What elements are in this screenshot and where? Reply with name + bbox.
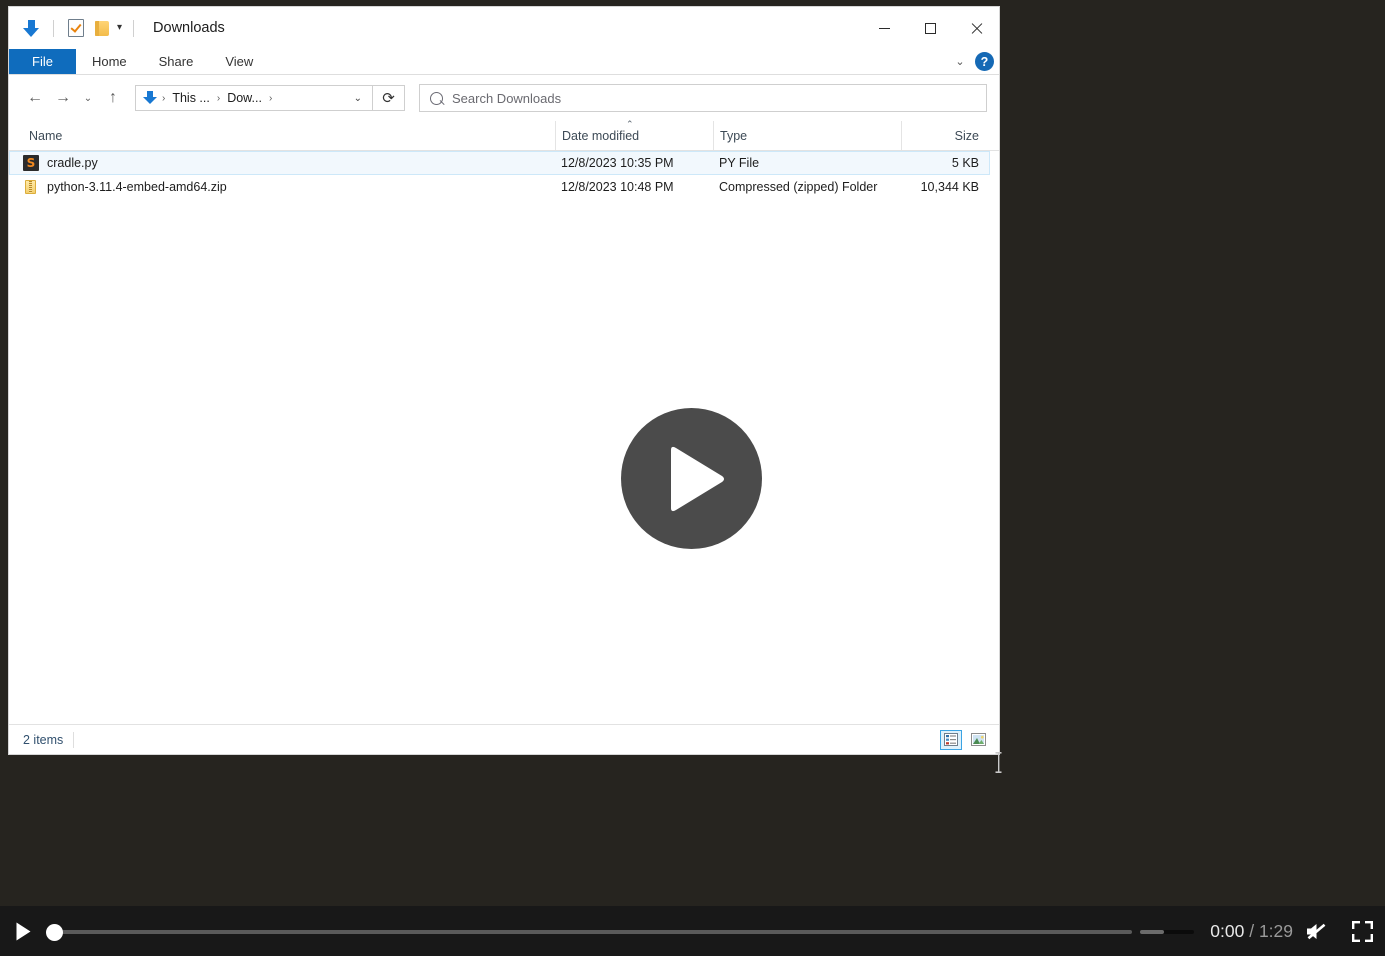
file-name-cell: python-3.11.4-embed-amd64.zip [23,179,555,195]
breadcrumb-separator-0: › [157,93,170,104]
column-header-size[interactable]: Size [901,121,989,150]
item-count-label: 2 items [23,733,63,747]
toolbar-divider [53,20,54,37]
duration: 1:29 [1259,921,1293,941]
view-mode-buttons [940,730,989,750]
search-box[interactable]: Search Downloads [419,84,987,112]
sublime-text-file-icon: S [23,155,39,171]
back-button[interactable]: ← [21,84,49,112]
breadcrumb-separator-1: › [212,93,225,104]
file-date-modified: 12/8/2023 10:35 PM [555,156,713,170]
breadcrumb-item-0[interactable]: This ... [170,91,212,105]
address-bar: ← → ⌄ ↑ › This ... › Dow... › ⌄ ⟳ Se [9,75,999,121]
fullscreen-icon [1352,921,1373,942]
file-date-modified: 12/8/2023 10:48 PM [555,180,713,194]
maximize-button[interactable] [907,7,953,49]
time-display: 0:00 / 1:29 [1210,921,1293,942]
column-header-name-label: Name [29,129,62,143]
column-headers: Name ⌃ Date modified Type Size [9,121,999,151]
search-icon [420,85,452,111]
column-header-size-label: Size [955,129,979,143]
video-stage[interactable]: ▾ Downloads File Home Share View ⌄ ? [0,0,1385,906]
seek-handle[interactable] [46,924,63,941]
column-header-date-label: Date modified [562,129,639,143]
column-header-type-label: Type [720,129,747,143]
time-separator: / [1249,921,1254,941]
file-type: Compressed (zipped) Folder [713,180,901,194]
volume-slider[interactable] [1140,906,1202,956]
file-name-cell: S cradle.py [23,155,555,171]
quick-access-toolbar: ▾ [9,18,143,38]
file-name: python-3.11.4-embed-amd64.zip [47,180,227,194]
breadcrumb[interactable]: › This ... › Dow... › ⌄ [135,85,373,111]
window-controls [861,7,999,49]
large-icons-view-button[interactable] [967,730,989,750]
file-name: cradle.py [47,156,98,170]
details-view-button[interactable] [940,730,962,750]
sort-ascending-icon: ⌃ [626,122,635,127]
refresh-button[interactable]: ⟳ [373,85,405,111]
expand-ribbon-chevron-icon[interactable]: ⌄ [952,55,968,68]
window-title: Downloads [153,20,225,36]
column-header-name[interactable]: Name [23,121,555,150]
table-row[interactable]: S cradle.py 12/8/2023 10:35 PM PY File 5… [9,151,990,175]
help-icon[interactable]: ? [975,52,994,71]
tab-view[interactable]: View [209,49,269,74]
video-control-bar: 0:00 / 1:29 [0,906,1385,956]
column-header-date-modified[interactable]: ⌃ Date modified [555,121,713,150]
breadcrumb-separator-2: › [264,93,277,104]
mute-button[interactable] [1293,906,1339,956]
tab-file[interactable]: File [9,49,76,74]
properties-icon[interactable] [66,18,86,38]
ribbon-tab-bar: File Home Share View ⌄ ? [9,49,999,75]
up-button[interactable]: ↑ [99,84,127,112]
volume-muted-icon [1305,921,1328,942]
play-button[interactable] [0,906,46,956]
column-header-type[interactable]: Type [713,121,901,150]
table-row[interactable]: python-3.11.4-embed-amd64.zip 12/8/2023 … [9,175,999,199]
file-size: 10,344 KB [901,180,989,194]
forward-button[interactable]: → [49,84,77,112]
breadcrumb-item-1[interactable]: Dow... [225,91,264,105]
recent-locations-chevron-icon[interactable]: ⌄ [77,84,99,112]
tab-home[interactable]: Home [76,49,143,74]
seek-slider[interactable] [46,906,1132,956]
zip-folder-icon [23,179,39,195]
close-button[interactable] [953,7,999,49]
text-cursor [995,752,1002,773]
play-icon [16,922,31,941]
fullscreen-button[interactable] [1339,906,1385,956]
window-title-bar: ▾ Downloads [9,7,999,49]
file-size: 5 KB [901,156,989,170]
seek-track [54,930,1132,934]
file-explorer-window: ▾ Downloads File Home Share View ⌄ ? [8,6,1000,755]
downloads-arrow-icon[interactable] [21,18,41,38]
search-input[interactable]: Search Downloads [452,91,561,106]
ribbon-right-controls: ⌄ ? [952,49,994,74]
file-type: PY File [713,156,901,170]
status-divider [73,732,74,748]
new-folder-icon[interactable] [92,18,112,38]
screen: ▾ Downloads File Home Share View ⌄ ? [0,0,1385,956]
status-bar: 2 items [9,724,999,754]
previous-locations-chevron-icon[interactable]: ⌄ [354,93,372,104]
tab-share[interactable]: Share [143,49,210,74]
current-time: 0:00 [1210,921,1244,941]
volume-fill [1140,930,1164,934]
video-play-overlay-button[interactable] [621,408,762,549]
play-triangle-icon [665,445,727,513]
toolbar-divider-2 [133,20,134,37]
breadcrumb-downloads-icon [143,91,157,105]
customize-chevron-icon[interactable]: ▾ [117,23,122,33]
file-list: S cradle.py 12/8/2023 10:35 PM PY File 5… [9,151,999,199]
minimize-button[interactable] [861,7,907,49]
